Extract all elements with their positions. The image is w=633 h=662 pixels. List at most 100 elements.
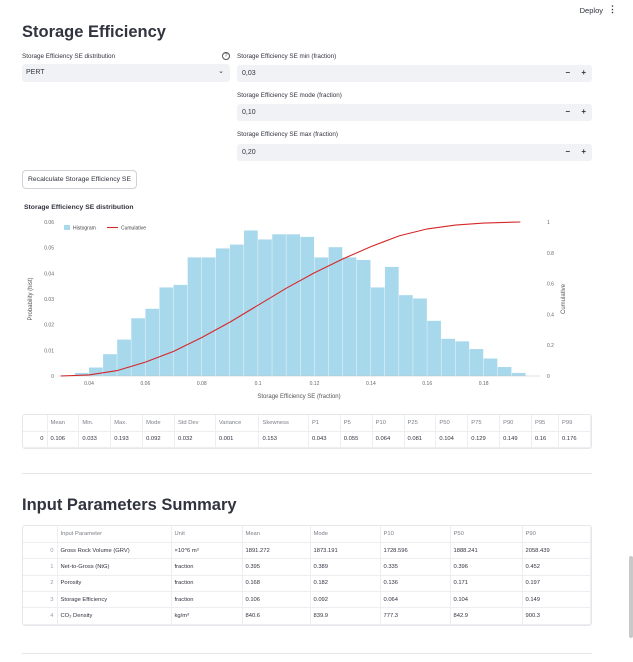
histogram-bar [229, 244, 244, 376]
summary-col-header[interactable]: P10 [380, 526, 451, 543]
se-max-increment-button[interactable]: + [581, 147, 586, 156]
table-cell: Storage Efficiency [57, 591, 172, 609]
stats-col-header[interactable]: Variance [215, 415, 260, 432]
se-distribution-chart: 0.04 0.06 0.08 0.1 0.12 0.14 0.16 0.18 0 0.01 0.02… [28, 220, 567, 400]
stats-col-header[interactable]: P99 [558, 415, 591, 432]
histogram-bar [244, 230, 258, 376]
table-cell: 0.136 [380, 575, 451, 593]
summary-title: Input Parameters Summary [22, 496, 237, 514]
page-title: Storage Efficiency [22, 23, 166, 41]
summary-col-header[interactable]: P50 [450, 526, 523, 543]
divider [22, 473, 592, 474]
stats-col-header[interactable]: P25 [404, 415, 437, 432]
se-min-label: Storage Efficiency SE min (fraction) [237, 53, 337, 60]
legend-histogram-swatch [64, 225, 70, 230]
se-max-value[interactable]: 0,20 [242, 149, 256, 156]
main-menu-icon[interactable]: ⋮ [608, 4, 617, 15]
table-cell: 0.182 [310, 575, 381, 593]
y-tick-label: 0.06 [44, 220, 54, 226]
table-cell: 839.9 [310, 607, 381, 625]
histogram-bar [145, 308, 160, 376]
chart-title: Storage Efficiency SE distribution [24, 204, 134, 211]
table-cell: 0.104 [435, 431, 469, 448]
table-cell: Net-to-Gross (NtG) [57, 558, 172, 576]
summary-col-header[interactable]: Mode [310, 526, 381, 543]
summary-col-header[interactable]: Mean [242, 526, 311, 543]
table-row: 0 Gross Rock Volume (GRV) ×10^6 m³ 1891.272… [23, 542, 591, 560]
se-mode-increment-button[interactable]: + [581, 107, 586, 116]
summary-col-header[interactable]: P90 [522, 526, 591, 543]
row-index: 0 [23, 542, 58, 560]
stats-col-header[interactable]: Max. [110, 415, 144, 432]
row-index: 1 [23, 558, 58, 576]
table-cell: 0.064 [372, 431, 405, 448]
stats-col-header[interactable] [23, 415, 48, 432]
table-cell: 0.106 [242, 591, 311, 609]
deploy-button[interactable]: Deploy [580, 6, 603, 15]
summary-col-header[interactable] [23, 526, 58, 543]
table-cell: 0.001 [215, 431, 260, 448]
se-min-value[interactable]: 0,03 [242, 70, 256, 77]
y2-axis-label: Cumulative [561, 283, 567, 314]
stats-col-header[interactable]: Skewness [258, 415, 309, 432]
help-icon[interactable]: ? [222, 52, 230, 60]
se-min-decrement-button[interactable]: − [565, 68, 570, 77]
stats-col-header[interactable]: P75 [467, 415, 501, 432]
stats-col-header[interactable]: P50 [435, 415, 469, 432]
scrollbar-thumb[interactable] [629, 556, 633, 638]
stats-col-header[interactable]: Min. [78, 415, 112, 432]
histogram-bar [286, 234, 301, 376]
table-cell: 0.149 [522, 591, 591, 609]
stats-col-header[interactable]: P90 [499, 415, 532, 432]
se-max-decrement-button[interactable]: − [565, 147, 570, 156]
se-min-increment-button[interactable]: + [581, 68, 586, 77]
histogram-bar [356, 259, 371, 376]
histogram-bar [342, 257, 357, 376]
stats-col-header[interactable]: P5 [340, 415, 373, 432]
x-tick-label: 0.06 [141, 381, 151, 387]
table-cell: 1728.596 [380, 542, 451, 560]
table-cell: 0.043 [308, 431, 341, 448]
table-cell: 842.9 [450, 607, 523, 625]
se-mode-decrement-button[interactable]: − [565, 107, 570, 116]
row-index: 0 [23, 431, 48, 448]
stats-col-header[interactable]: Std Dev [174, 415, 216, 432]
table-cell: Gross Rock Volume (GRV) [57, 542, 172, 560]
table-cell: 0.032 [174, 431, 216, 448]
histogram-bar [455, 341, 470, 376]
y-tick-label: 0.01 [44, 348, 54, 354]
stats-col-header[interactable]: P95 [531, 415, 560, 432]
distribution-select[interactable]: PERT ⌄ [22, 64, 230, 82]
stats-col-header[interactable]: Mean [47, 415, 80, 432]
recalculate-button[interactable]: Recalculate Storage Efficiency SE [22, 170, 137, 189]
se-mode-input[interactable]: 0,10 − + [237, 104, 592, 121]
se-max-input[interactable]: 0,20 − + [237, 144, 592, 161]
se-min-input[interactable]: 0,03 − + [237, 65, 592, 82]
table-row: 3 Storage Efficiency fraction 0.106 0.092 0.0… [23, 591, 591, 609]
summary-col-header[interactable]: Input Parameter [57, 526, 172, 543]
table-cell: 900.3 [522, 607, 591, 625]
y2-tick-label: 0 [547, 374, 550, 380]
table-cell: ×10^6 m³ [171, 542, 243, 560]
y-tick-label: 0.04 [44, 271, 54, 277]
table-cell: 0.055 [340, 431, 373, 448]
stats-col-header[interactable]: Mode [142, 415, 175, 432]
stats-col-header[interactable]: P10 [372, 415, 405, 432]
y2-tick-label: 0.8 [547, 251, 554, 257]
y-tick-label: 0.02 [44, 323, 54, 329]
table-cell: 0.193 [110, 431, 144, 448]
table-cell: 0.168 [242, 575, 311, 593]
table-cell: 0.395 [242, 558, 311, 576]
y-tick-label: 0.03 [44, 297, 54, 303]
histogram-bar [314, 257, 329, 376]
top-bar: Deploy ⋮ [0, 0, 633, 22]
summary-col-header[interactable]: Unit [171, 526, 243, 543]
x-tick-label: 0.18 [479, 381, 489, 387]
histogram-bar [201, 257, 216, 376]
histogram-bar [370, 287, 385, 376]
histogram-bar [441, 338, 456, 376]
se-mode-value[interactable]: 0,10 [242, 109, 256, 116]
table-cell: 1873.191 [310, 542, 381, 560]
stats-col-header[interactable]: P1 [308, 415, 341, 432]
table-cell: 0.171 [450, 575, 523, 593]
